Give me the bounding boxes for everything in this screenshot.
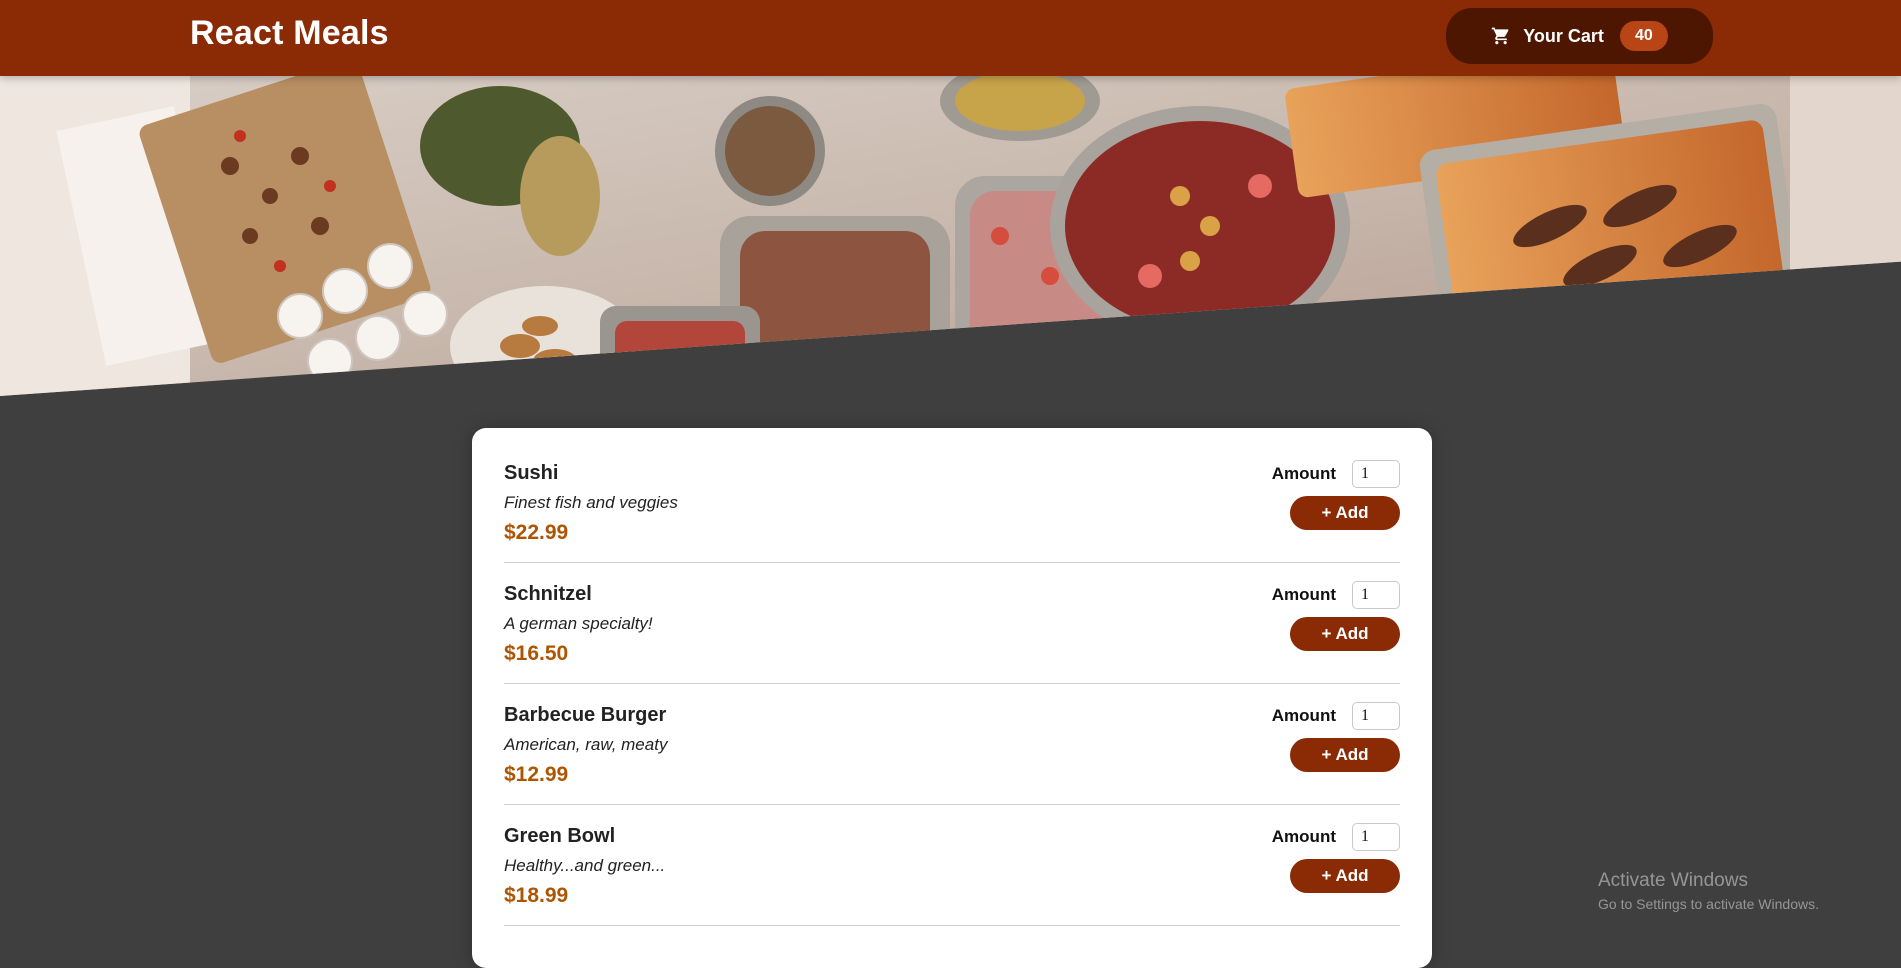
amount-label: Amount — [1271, 585, 1336, 604]
app-title: React Meals — [190, 14, 389, 52]
meal-form: Amount + Add — [1240, 823, 1400, 893]
meals-list: Sushi Finest fish and veggies $22.99 Amo… — [472, 428, 1432, 968]
amount-input[interactable] — [1352, 460, 1400, 488]
cart-label: Your Cart — [1523, 25, 1604, 46]
add-button[interactable]: + Add — [1290, 738, 1400, 772]
meal-item: Schnitzel A german specialty! $16.50 Amo… — [504, 563, 1400, 684]
add-button[interactable]: + Add — [1290, 859, 1400, 893]
amount-input[interactable] — [1352, 702, 1400, 730]
amount-input[interactable] — [1352, 823, 1400, 851]
meal-item: Barbecue Burger American, raw, meaty $12… — [504, 684, 1400, 805]
amount-label: Amount — [1271, 827, 1336, 846]
cart-count-badge: 40 — [1619, 21, 1668, 51]
meal-item: Green Bowl Healthy...and green... $18.99… — [504, 805, 1400, 926]
watermark-title: Activate Windows — [1598, 870, 1748, 891]
meal-form: Amount + Add — [1240, 581, 1400, 651]
cart-button[interactable]: Your Cart 40 — [1446, 8, 1713, 64]
cart-icon — [1491, 26, 1511, 46]
hero-image — [0, 76, 1901, 396]
meal-item: Sushi Finest fish and veggies $22.99 Amo… — [504, 442, 1400, 563]
add-button[interactable]: + Add — [1290, 617, 1400, 651]
activation-watermark: Activate Windows Go to Settings to activ… — [1598, 870, 1819, 912]
amount-label: Amount — [1271, 706, 1336, 725]
app-header: React Meals Your Cart 40 — [0, 0, 1901, 76]
watermark-subtitle: Go to Settings to activate Windows. — [1598, 896, 1819, 912]
amount-label: Amount — [1271, 464, 1336, 483]
meal-form: Amount + Add — [1240, 460, 1400, 530]
meal-form: Amount + Add — [1240, 702, 1400, 772]
add-button[interactable]: + Add — [1290, 496, 1400, 530]
amount-input[interactable] — [1352, 581, 1400, 609]
